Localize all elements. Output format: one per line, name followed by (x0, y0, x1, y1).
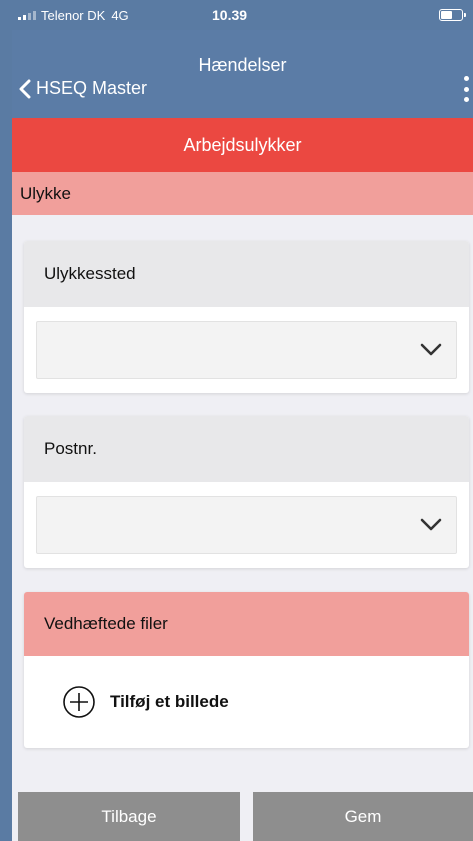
network-type: 4G (111, 7, 129, 23)
back-button[interactable]: Tilbage (18, 792, 240, 841)
back-nav-label: HSEQ Master (36, 78, 148, 98)
field-card-ulykkessted: Ulykkessted (24, 241, 469, 393)
chevron-left-icon (19, 79, 31, 98)
attachments-card: Vedhæftede filer Tilføj et billede (24, 592, 469, 748)
field-label: Postnr. (24, 416, 469, 482)
left-frame-strip (0, 0, 12, 841)
page-title: Hændelser (198, 55, 287, 75)
postnr-select[interactable] (36, 496, 457, 554)
plus-circle-icon (63, 686, 95, 718)
field-card-postnr: Postnr. (24, 416, 469, 568)
app-header: Telenor DK 4G 10.39 Hændelser HSEQ Maste… (12, 0, 473, 118)
save-button[interactable]: Gem (253, 792, 473, 841)
chevron-down-icon (420, 343, 442, 356)
section-title: Arbejdsulykker (12, 118, 473, 172)
status-time: 10.39 (212, 7, 248, 23)
status-bar: Telenor DK 4G 10.39 (12, 0, 473, 30)
more-vertical-icon[interactable] (461, 76, 471, 102)
signal-strength-icon (18, 10, 36, 20)
carrier-name: Telenor DK (41, 7, 106, 23)
chevron-down-icon (420, 518, 442, 531)
ulykkessted-select[interactable] (36, 321, 457, 379)
add-photo-button[interactable]: Tilføj et billede (62, 685, 229, 719)
add-photo-label: Tilføj et billede (110, 692, 229, 711)
subsection-title: Ulykke (12, 172, 473, 215)
attachments-title: Vedhæftede filer (24, 592, 469, 656)
bottom-action-bar: Tilbage Gem (12, 792, 473, 841)
battery-icon (439, 9, 466, 21)
field-label: Ulykkessted (24, 241, 469, 307)
back-nav-button[interactable]: HSEQ Master (18, 78, 147, 99)
